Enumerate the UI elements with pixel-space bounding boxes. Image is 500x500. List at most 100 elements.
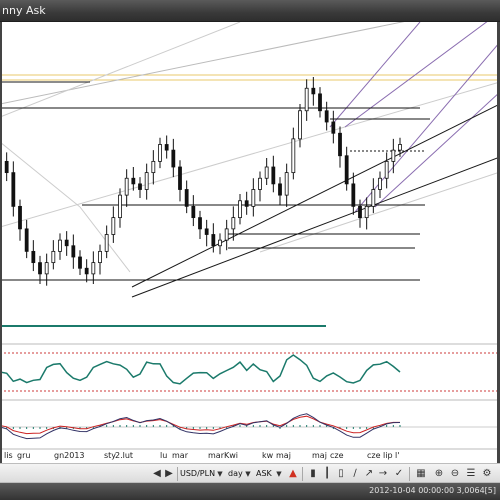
candle-body bbox=[71, 245, 76, 258]
candle-body bbox=[284, 172, 289, 196]
candle-body bbox=[318, 93, 322, 112]
channel-line bbox=[354, 41, 500, 213]
candle-body bbox=[218, 239, 222, 247]
candle-body bbox=[18, 205, 22, 230]
candle-body bbox=[238, 200, 242, 219]
status-text: 2012-10-04 00:00:00 3,0064[5] bbox=[369, 486, 496, 495]
candle-body bbox=[298, 110, 302, 140]
fan-line bbox=[0, 22, 405, 105]
candle-icon[interactable]: ▯ bbox=[334, 467, 348, 481]
x-tick-label: cze bbox=[367, 451, 381, 460]
candle-body bbox=[278, 183, 282, 196]
candle-body bbox=[164, 144, 169, 151]
candle-body bbox=[184, 189, 189, 207]
candle-body bbox=[158, 144, 162, 162]
bar-icon[interactable]: ┃ bbox=[320, 467, 334, 481]
candle-body bbox=[311, 87, 316, 95]
candle-body bbox=[51, 250, 56, 264]
line-icon[interactable]: ∕ bbox=[348, 467, 362, 481]
x-tick-label: lis bbox=[4, 451, 13, 460]
candle-body bbox=[271, 166, 276, 185]
arrow-icon[interactable]: → bbox=[376, 467, 390, 481]
x-tick-label: maj bbox=[276, 451, 291, 460]
settings-icon[interactable]: ⚙ bbox=[480, 467, 494, 481]
candle-body bbox=[251, 189, 256, 207]
status-bar: 2012-10-04 00:00:00 3,0064[5] bbox=[0, 483, 500, 500]
x-tick-label: lu bbox=[160, 451, 168, 460]
candle-body bbox=[331, 121, 336, 134]
price-dropdown-icon[interactable]: ▼ bbox=[272, 467, 286, 481]
candle-body bbox=[118, 194, 122, 219]
title-bar: nny Ask bbox=[0, 0, 500, 22]
candle-body bbox=[291, 138, 296, 174]
candle-body bbox=[111, 217, 116, 235]
trend-icon[interactable]: ↗ bbox=[362, 467, 376, 481]
candle-body bbox=[351, 183, 356, 207]
candle-body bbox=[78, 256, 82, 269]
candle-body bbox=[91, 262, 96, 275]
x-tick-label: marKwi bbox=[208, 451, 238, 460]
candle-body bbox=[138, 183, 142, 190]
window-frame-left bbox=[0, 22, 2, 474]
candle-body bbox=[338, 132, 342, 157]
candle-body bbox=[11, 172, 16, 207]
period-dropdown-icon[interactable]: ▼ bbox=[241, 467, 255, 481]
candle-body bbox=[124, 177, 129, 196]
x-tick-label: kw bbox=[262, 451, 274, 460]
candle-body bbox=[98, 250, 102, 264]
candle-body bbox=[324, 110, 329, 123]
candle-body bbox=[384, 160, 389, 179]
price-chart[interactable] bbox=[0, 22, 500, 463]
next-icon[interactable]: ▶ bbox=[162, 467, 176, 481]
grid-icon[interactable]: ▦ bbox=[414, 467, 428, 481]
candle-body bbox=[378, 177, 382, 190]
candle-body bbox=[231, 217, 236, 230]
candle-body bbox=[244, 200, 249, 207]
toolbar-separator bbox=[302, 467, 303, 481]
candle-body bbox=[258, 177, 262, 190]
toolbar-separator bbox=[177, 467, 178, 481]
candle-body bbox=[44, 262, 49, 275]
candle-body bbox=[38, 262, 42, 275]
price-type-select[interactable]: ASK bbox=[256, 467, 272, 481]
fire-icon[interactable]: ▲ bbox=[286, 467, 300, 481]
candle-body bbox=[224, 228, 229, 241]
candle-body bbox=[31, 250, 36, 264]
x-tick-label: mar bbox=[172, 451, 188, 460]
zoom-out-icon[interactable]: ⊖ bbox=[448, 467, 462, 481]
x-tick-label: l' bbox=[395, 451, 400, 460]
candle-body bbox=[131, 177, 136, 185]
candle-body bbox=[371, 189, 376, 207]
candle-body bbox=[144, 172, 149, 190]
window-title: nny Ask bbox=[2, 4, 46, 17]
trend-line bbox=[131, 156, 500, 298]
x-tick-label: lip bbox=[383, 451, 393, 460]
candle-body bbox=[178, 166, 182, 190]
chart-type-icon[interactable]: ▮ bbox=[306, 467, 320, 481]
cursor-icon[interactable]: ✓ bbox=[392, 467, 406, 481]
candle-body bbox=[344, 155, 349, 185]
candle-body bbox=[64, 239, 69, 247]
candle-body bbox=[391, 149, 396, 162]
candle-body bbox=[204, 228, 209, 235]
fan-line bbox=[0, 22, 241, 118]
candle-body bbox=[358, 205, 362, 219]
x-tick-label: gn2013 bbox=[54, 451, 85, 460]
candle-body bbox=[364, 205, 369, 219]
more-icon[interactable]: ☰ bbox=[464, 467, 478, 481]
symbol-dropdown-icon[interactable]: ▼ bbox=[213, 467, 227, 481]
candle-body bbox=[4, 160, 9, 174]
chart-area[interactable]: lis gru gn2013 sty 2.lut lu mar marKwi k… bbox=[0, 22, 500, 463]
chart-toolbar: ◀ ▶ USD/PLN ▼ day ▼ ASK ▼ ▲ ▮ ┃ ▯ ∕ ↗ → … bbox=[0, 463, 500, 483]
candle-body bbox=[398, 144, 402, 151]
candle-body bbox=[24, 228, 29, 252]
x-tick-label: gru bbox=[17, 451, 31, 460]
candle-body bbox=[304, 87, 309, 112]
candle-body bbox=[211, 234, 216, 247]
toolbar-separator bbox=[409, 467, 410, 481]
rsi-line bbox=[0, 354, 401, 385]
x-tick-label: maj bbox=[312, 451, 327, 460]
zoom-in-icon[interactable]: ⊕ bbox=[432, 467, 446, 481]
symbol-select[interactable]: USD/PLN bbox=[180, 467, 215, 481]
candle-body bbox=[58, 239, 62, 252]
